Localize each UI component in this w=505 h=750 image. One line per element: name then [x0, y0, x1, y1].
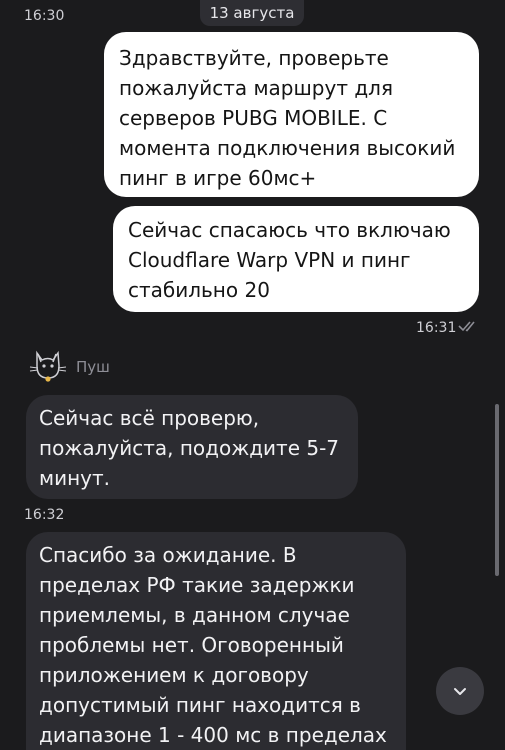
- sender-name: Пуш: [76, 358, 110, 376]
- scrollbar[interactable]: [495, 404, 499, 576]
- sender-header: Пуш: [26, 348, 110, 386]
- double-check-icon: [458, 321, 475, 332]
- scroll-to-bottom-button[interactable]: [436, 667, 484, 715]
- chevron-down-icon: [454, 688, 466, 695]
- message-time: 16:30: [24, 8, 65, 24]
- cat-avatar-icon: [29, 350, 67, 382]
- outgoing-message[interactable]: Здравствуйте, проверьте пожалуйста маршр…: [104, 32, 479, 197]
- message-time: 16:32: [24, 507, 65, 523]
- outgoing-message[interactable]: Сейчас спасаюсь что включаю Cloudflare W…: [113, 206, 479, 312]
- chat-screen: 16:30 13 августа Здравствуйте, проверьте…: [0, 0, 505, 750]
- date-separator: 13 августа: [200, 0, 304, 26]
- message-time: 16:31: [416, 320, 457, 336]
- incoming-message[interactable]: Сейчас всё проверю, пожалуйста, подождит…: [26, 395, 358, 499]
- incoming-message[interactable]: Спасибо за ожидание. В пределах РФ такие…: [26, 532, 406, 750]
- date-label: 13 августа: [209, 4, 295, 22]
